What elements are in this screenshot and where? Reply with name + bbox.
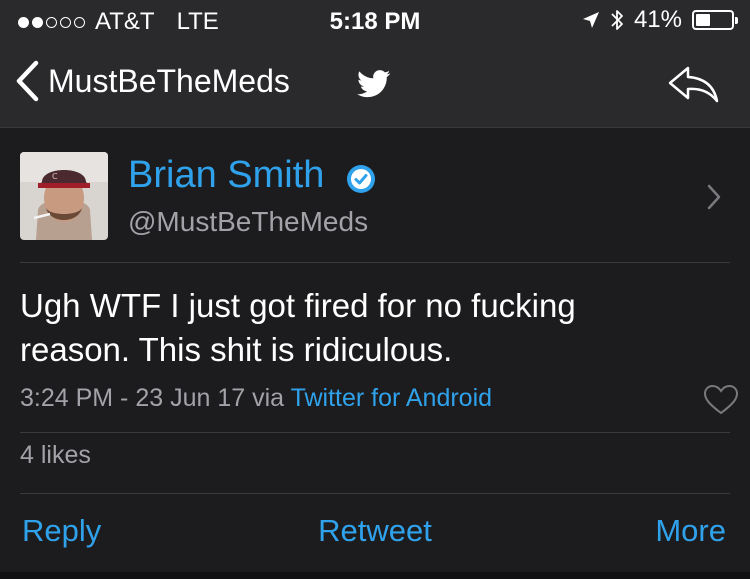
back-button[interactable]: MustBeTheMeds	[14, 60, 290, 102]
actions-divider	[20, 493, 730, 494]
back-button-label: MustBeTheMeds	[48, 62, 290, 99]
author-name[interactable]: Brian Smith	[128, 154, 324, 197]
retweet-button[interactable]: Retweet	[0, 513, 750, 549]
tweet-meta: 3:24 PM - 23 Jun 17 via Twitter for Andr…	[20, 384, 492, 413]
avatar[interactable]: C	[20, 152, 108, 240]
author-handle: @MustBeTheMeds	[128, 206, 369, 237]
location-icon	[582, 12, 599, 28]
battery-level-fill	[696, 14, 710, 26]
back-chevron-icon	[16, 60, 39, 102]
tweet-timestamp: 3:24 PM - 23 Jun 17	[20, 384, 246, 412]
share-icon[interactable]	[666, 64, 720, 104]
tweet-source-link[interactable]: Twitter for Android	[291, 384, 492, 412]
svg-text:C: C	[52, 172, 58, 181]
profile-divider	[20, 262, 730, 263]
bottom-separator	[0, 572, 750, 579]
via-label: via	[252, 384, 285, 412]
status-bar: AT&T LTE 5:18 PM 41%	[0, 0, 750, 40]
meta-divider	[20, 432, 730, 433]
battery-percent: 41%	[633, 6, 682, 33]
tweet-text: Ugh WTF I just got fired for no fucking …	[20, 287, 576, 368]
bluetooth-icon	[611, 10, 623, 30]
more-button[interactable]: More	[655, 513, 726, 549]
chevron-right-icon[interactable]	[706, 183, 722, 211]
twitter-bird-icon	[357, 70, 391, 98]
navigation-bar: MustBeTheMeds	[0, 40, 750, 128]
heart-icon[interactable]	[703, 384, 739, 416]
verified-badge-icon	[347, 165, 375, 193]
battery-nub	[735, 17, 738, 24]
battery-icon	[692, 10, 738, 30]
likes-count[interactable]: 4 likes	[20, 441, 91, 470]
nav-divider	[0, 127, 750, 128]
status-right: 41%	[582, 6, 738, 34]
